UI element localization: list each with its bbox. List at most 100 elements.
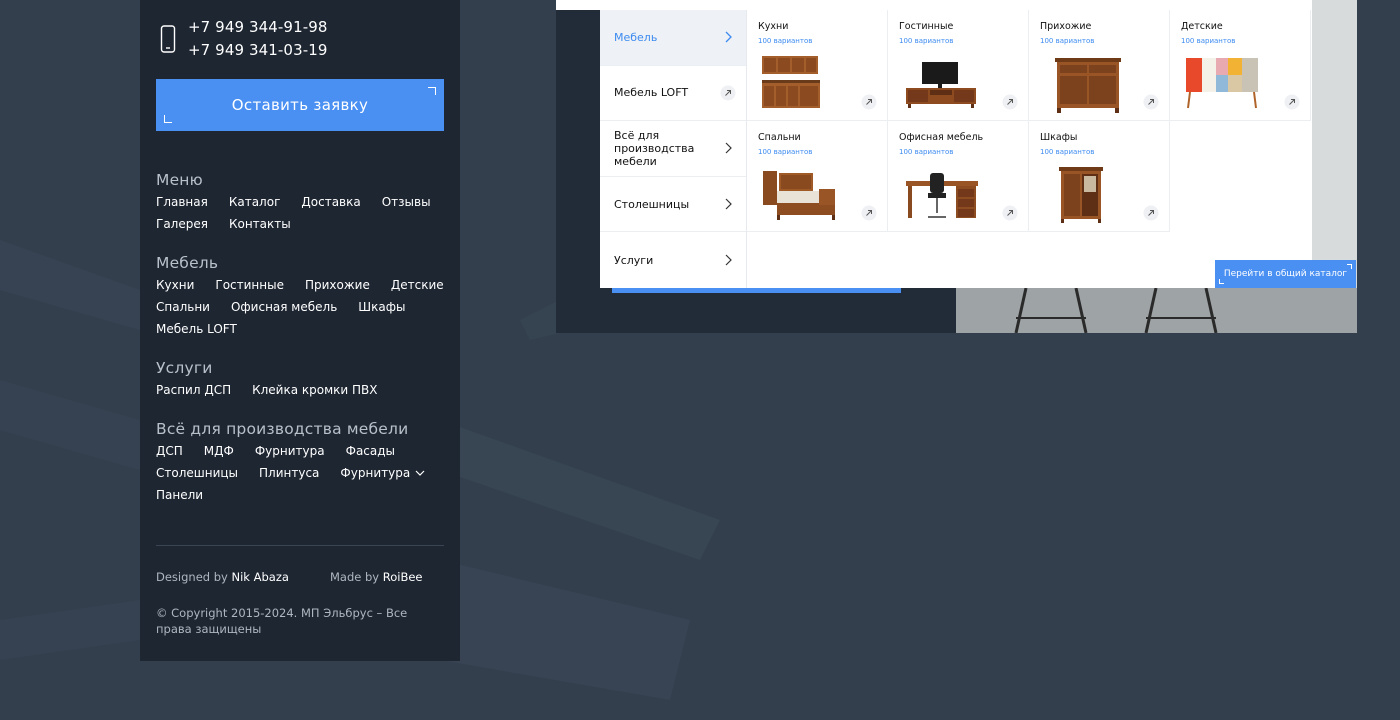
subcategory-card[interactable]: Прихожие 100 вариантов <box>1029 10 1170 121</box>
footer-divider <box>156 545 444 546</box>
category-label: Столешницы <box>614 197 690 211</box>
phone-number[interactable]: +7 949 344-91-98 <box>188 16 328 39</box>
arrow-up-right-icon <box>1002 94 1018 110</box>
category-menu-item[interactable]: Всё для производства мебели <box>600 121 746 177</box>
corner-decoration <box>1347 264 1352 269</box>
phone-block: +7 949 344-91-98 +7 949 341-03-19 <box>160 16 328 62</box>
footer-link[interactable]: Главная <box>156 194 208 210</box>
footer-link[interactable]: ДСП <box>156 443 183 459</box>
developer-link[interactable]: RoiBee <box>383 570 423 584</box>
preview-header-strip <box>556 0 1312 10</box>
footer-link[interactable]: Спальни <box>156 299 210 315</box>
footer-link[interactable]: Каталог <box>229 194 281 210</box>
office-desk-image <box>906 173 978 218</box>
all-catalog-button[interactable]: Перейти в общий каталог <box>1215 260 1356 288</box>
category-label: Мебель <box>614 30 658 44</box>
arrow-up-right-icon <box>1143 205 1159 221</box>
category-label: Услуги <box>614 253 654 267</box>
phone-list: +7 949 344-91-98 +7 949 341-03-19 <box>188 16 328 62</box>
kitchen-image <box>762 56 820 108</box>
footer-link[interactable]: МДФ <box>204 443 234 459</box>
designer-credit: Designed by Nik Abaza <box>156 570 289 584</box>
phone-number[interactable]: +7 949 341-03-19 <box>188 39 328 62</box>
link-list: ДСП МДФ Фурнитура Фасады Столешницы Плин… <box>156 443 446 503</box>
catalog-preview: Мебель Мебель LOFT Всё для производства … <box>556 0 1357 333</box>
category-label: Мебель LOFT <box>614 86 689 100</box>
subcategory-card[interactable]: Кухни 100 вариантов <box>747 10 888 121</box>
chevron-right-icon <box>725 254 732 266</box>
card-title: Шкафы <box>1040 132 1078 143</box>
arrow-up-right-icon <box>861 94 877 110</box>
subcategory-card[interactable]: Спальни 100 вариантов <box>747 121 888 232</box>
footer-link[interactable]: Шкафы <box>358 299 405 315</box>
footer-link[interactable]: Мебель LOFT <box>156 321 237 337</box>
chevron-right-icon <box>725 31 732 43</box>
made-by-label: Made by <box>330 570 380 584</box>
footer-nav-services: Услуги Распил ДСП Клейка кромки ПВХ <box>156 359 446 398</box>
category-menu-item[interactable]: Столешницы <box>600 177 746 233</box>
card-title: Спальни <box>758 132 801 143</box>
footer-link[interactable]: Контакты <box>229 216 291 232</box>
category-menu-item[interactable]: Мебель <box>600 10 746 66</box>
card-subtitle: 100 вариантов <box>758 148 813 156</box>
footer-link[interactable]: Фурнитура <box>255 443 325 459</box>
link-list: Распил ДСП Клейка кромки ПВХ <box>156 382 446 398</box>
corner-decoration <box>164 115 172 123</box>
card-title: Гостинные <box>899 21 954 32</box>
tv-stand-image <box>906 62 976 108</box>
footer-link[interactable]: Кухни <box>156 277 194 293</box>
subcategory-card[interactable]: Шкафы 100 вариантов <box>1029 121 1170 232</box>
footer-link[interactable]: Офисная мебель <box>231 299 337 315</box>
link-list: Кухни Гостинные Прихожие Детские Спальни… <box>156 277 446 337</box>
footer-link[interactable]: Доставка <box>301 194 360 210</box>
footer-link[interactable]: Клейка кромки ПВХ <box>252 382 377 398</box>
footer-link[interactable]: Столешницы <box>156 465 238 481</box>
footer-nav-furniture: Мебель Кухни Гостинные Прихожие Детские … <box>156 254 446 337</box>
footer-link[interactable]: Галерея <box>156 216 208 232</box>
category-menu-item[interactable]: Мебель LOFT <box>600 66 746 122</box>
footer-nav-production: Всё для производства мебели ДСП МДФ Фурн… <box>156 420 446 503</box>
subcategory-card[interactable]: Гостинные 100 вариантов <box>888 10 1029 121</box>
footer-link-label: Фурнитура <box>340 466 411 480</box>
cabinet-image <box>1055 58 1121 113</box>
arrow-up-right-icon <box>861 205 877 221</box>
designer-link[interactable]: Nik Abaza <box>232 570 289 584</box>
mobile-phone-icon <box>160 25 176 53</box>
arrow-up-right-icon <box>1284 94 1300 110</box>
footer-link[interactable]: Прихожие <box>305 277 370 293</box>
footer-link[interactable]: Гостинные <box>215 277 284 293</box>
category-menu-item[interactable]: Услуги <box>600 232 746 288</box>
chevron-right-icon <box>725 198 732 210</box>
chevron-right-icon <box>725 143 732 154</box>
footer-link[interactable]: Отзывы <box>382 194 431 210</box>
footer-link[interactable]: Фасады <box>346 443 395 459</box>
footer-link[interactable]: Распил ДСП <box>156 382 231 398</box>
subcategory-card[interactable]: Детские 100 вариантов <box>1170 10 1311 121</box>
request-button-label: Оставить заявку <box>231 96 369 114</box>
corner-decoration <box>1219 279 1224 284</box>
footer-dropdown-link[interactable]: Фурнитура <box>340 465 425 481</box>
card-subtitle: 100 вариантов <box>1040 148 1095 156</box>
section-heading: Всё для производства мебели <box>156 420 409 438</box>
card-subtitle: 100 вариантов <box>758 37 813 45</box>
subcategory-card[interactable]: Офисная мебель 100 вариантов <box>888 121 1029 232</box>
footer-link[interactable]: Детские <box>391 277 444 293</box>
site-footer: +7 949 344-91-98 +7 949 341-03-19 Остави… <box>140 0 460 661</box>
arrow-up-right-icon <box>1002 205 1018 221</box>
chevron-down-icon <box>415 470 425 476</box>
designed-by-label: Designed by <box>156 570 228 584</box>
request-button[interactable]: Оставить заявку <box>156 79 444 131</box>
card-subtitle: 100 вариантов <box>899 148 954 156</box>
corner-decoration <box>428 87 436 95</box>
card-title: Детские <box>1181 21 1223 32</box>
arrow-up-right-icon <box>720 85 736 101</box>
catalog-mega-menu: Мебель Мебель LOFT Всё для производства … <box>600 10 1356 288</box>
bed-image <box>763 171 835 220</box>
category-menu: Мебель Мебель LOFT Всё для производства … <box>600 10 747 288</box>
footer-link[interactable]: Панели <box>156 487 203 503</box>
copyright-text: © Copyright 2015-2024. МП Эльбрус – Все … <box>156 606 408 636</box>
footer-link[interactable]: Плинтуса <box>259 465 319 481</box>
dresser-image <box>1186 58 1258 109</box>
link-list: Главная Каталог Доставка Отзывы Галерея … <box>156 194 446 232</box>
wardrobe-image <box>1059 167 1103 223</box>
